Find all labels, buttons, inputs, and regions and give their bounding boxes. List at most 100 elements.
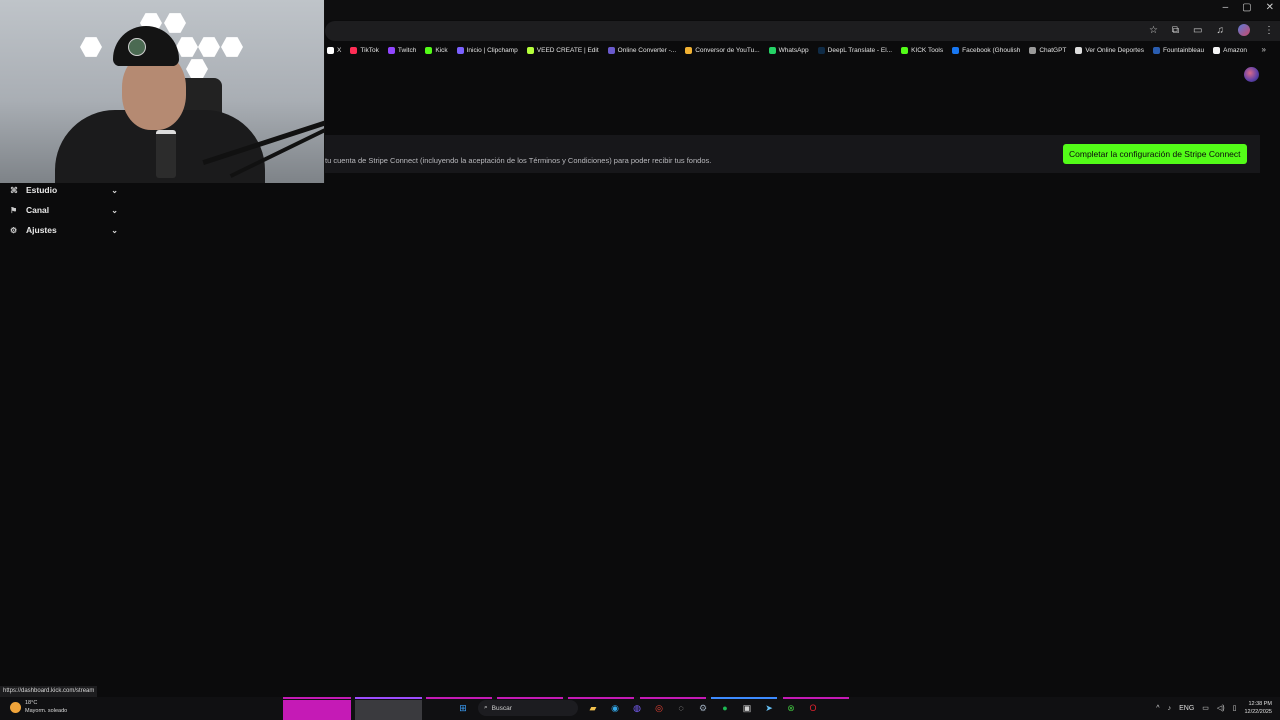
banner-message: tu cuenta de Stripe Connect (incluyendo …	[325, 156, 712, 165]
bookmark-item[interactable]: Kick	[425, 46, 448, 54]
profile-avatar-icon[interactable]	[1238, 24, 1250, 36]
bookmark-favicon-icon	[456, 46, 464, 54]
sidebar-icon[interactable]: ▭	[1193, 25, 1202, 36]
edge-icon[interactable]: ◉	[608, 701, 622, 715]
bookmark-label: Ver Online Deportes	[1085, 46, 1144, 54]
stripe-connect-banner: tu cuenta de Stripe Connect (incluyendo …	[325, 135, 1260, 173]
sidebar-item-estudio[interactable]: ⌘ Estudio ⌄	[0, 180, 124, 200]
app-indicator	[783, 697, 849, 699]
sidebar-item-label: Estudio	[26, 185, 58, 195]
search-icon: ⌕	[484, 704, 488, 711]
battery-icon[interactable]: ▯	[1233, 704, 1237, 712]
network-icon[interactable]: ▭	[1202, 704, 1209, 712]
bookmark-item[interactable]: Inicio | Clipchamp	[456, 46, 518, 54]
bookmark-label: Inicio | Clipchamp	[466, 46, 518, 54]
bookmark-favicon-icon	[526, 46, 534, 54]
bookmark-label: Online Converter -...	[617, 46, 677, 54]
bookmark-item[interactable]: Facebook (Ghoulish	[952, 46, 1021, 54]
bookmark-label: Conversor de YouTu...	[695, 46, 760, 54]
bookmark-item[interactable]: KICK Tools	[901, 46, 943, 54]
taskbar-app-thumbnail[interactable]	[355, 700, 422, 720]
sidebar-item-canal[interactable]: ⚑ Canal ⌄	[0, 200, 124, 220]
obs-icon[interactable]: ◌	[674, 701, 688, 715]
settings-gear-icon[interactable]: ⚙	[696, 701, 710, 715]
bookmark-item[interactable]: Amazon	[1213, 46, 1248, 54]
bookmark-favicon-icon	[1075, 46, 1083, 54]
bookmark-item[interactable]: VEED CREATE | Edit	[526, 46, 599, 54]
discord-icon[interactable]: ◍	[630, 701, 644, 715]
app-indicator	[426, 697, 492, 699]
sidebar-item-label: Ajustes	[26, 225, 57, 235]
bookmark-item[interactable]: WhatsApp	[768, 46, 809, 54]
spotify-icon[interactable]: ●	[718, 701, 732, 715]
bookmark-favicon-icon	[1213, 46, 1221, 54]
bookmark-label: DeepL Translate - El...	[827, 46, 893, 54]
bookmark-item[interactable]: Ver Online Deportes	[1075, 46, 1144, 54]
address-bar[interactable]	[325, 21, 1280, 41]
file-explorer-icon[interactable]: ▰	[586, 701, 600, 715]
browser-toolbar-icons: ☆ ⧉ ▭ ♫ ⋮	[1149, 24, 1274, 36]
bookmark-favicon-icon	[327, 46, 334, 54]
bookmark-item[interactable]: ChatGPT	[1029, 46, 1066, 54]
link-status-url: https://dashboard.kick.com/stream	[0, 686, 98, 697]
stream-deck-icon[interactable]: ▣	[740, 701, 754, 715]
weather-widget[interactable]: 18°C Mayorm. soleado	[10, 699, 67, 715]
windows-start-icon[interactable]: ⊞	[456, 701, 470, 715]
bookmark-label: TikTok	[360, 46, 379, 54]
settings-icon: ⚙	[10, 225, 18, 235]
bookmark-item[interactable]: Online Converter -...	[607, 46, 677, 54]
complete-stripe-setup-button[interactable]: Completar la configuración de Stripe Con…	[1063, 144, 1247, 164]
bookmark-item[interactable]: X	[327, 46, 342, 54]
xbox-icon[interactable]: ⊗	[784, 701, 798, 715]
bookmark-favicon-icon	[768, 46, 776, 54]
chevron-down-icon: ⌄	[111, 185, 118, 195]
chevron-up-icon[interactable]: ^	[1156, 705, 1159, 712]
bookmark-favicon-icon	[387, 46, 395, 54]
menu-kebab-icon[interactable]: ⋮	[1264, 25, 1274, 36]
weather-desc: Mayorm. soleado	[25, 708, 68, 714]
taskbar-clock[interactable]: 12:38 PM 12/22/2025	[1244, 700, 1272, 716]
chrome-icon[interactable]: ◎	[652, 701, 666, 715]
bookmark-item[interactable]: Twitch	[387, 46, 416, 54]
bookmark-label: X	[337, 46, 342, 54]
bookmark-label: Fountainbleau	[1162, 46, 1205, 54]
bookmark-label: Amazon	[1223, 46, 1248, 54]
bookmark-label: Facebook (Ghoulish	[962, 46, 1021, 54]
bookmark-favicon-icon	[1152, 46, 1160, 54]
bookmark-item[interactable]: DeepL Translate - El...	[817, 46, 893, 54]
taskbar-app-thumbnail[interactable]	[283, 700, 351, 720]
bookmark-item[interactable]: TikTok	[350, 46, 379, 54]
media-icon[interactable]: ♫	[1217, 25, 1225, 36]
clock-date: 12/22/2025	[1244, 709, 1272, 715]
user-avatar[interactable]	[1244, 67, 1259, 82]
dashboard-sidebar: ⌘ Estudio ⌄ ⚑ Canal ⌄ ⚙ Ajustes ⌄	[0, 180, 124, 240]
close-button[interactable]: ✕	[1266, 2, 1274, 13]
bookmarks-overflow-icon[interactable]: »	[1262, 45, 1266, 54]
maximize-button[interactable]: ▢	[1242, 2, 1251, 13]
system-tray: ^ ♪ ENG ▭ ◁) ▯ 12:38 PM 12/22/2025	[1156, 700, 1272, 716]
bookmark-favicon-icon	[1029, 46, 1037, 54]
steam-icon[interactable]: ➤	[762, 701, 776, 715]
bookmark-favicon-icon	[952, 46, 960, 54]
bookmark-item[interactable]: Conversor de YouTu...	[685, 46, 760, 54]
bookmark-item[interactable]: Fountainbleau	[1152, 46, 1205, 54]
app-indicator	[711, 697, 777, 699]
app-indicator	[640, 697, 706, 699]
volume-icon[interactable]: ◁)	[1217, 704, 1225, 712]
bookmark-label: Kick	[435, 46, 448, 54]
app-indicator	[497, 697, 563, 699]
taskbar-search[interactable]: ⌕ Buscar	[478, 700, 578, 716]
weather-temp: 18°C	[25, 700, 38, 706]
language-indicator[interactable]: ENG	[1179, 705, 1194, 712]
search-placeholder: Buscar	[491, 704, 512, 712]
bookmark-star-icon[interactable]: ☆	[1149, 25, 1158, 36]
sidebar-item-ajustes[interactable]: ⚙ Ajustes ⌄	[0, 220, 124, 240]
bookmark-favicon-icon	[607, 46, 615, 54]
extensions-icon[interactable]: ⧉	[1172, 25, 1179, 36]
bookmark-label: VEED CREATE | Edit	[536, 46, 599, 54]
minimize-button[interactable]: –	[1223, 2, 1229, 13]
bookmark-favicon-icon	[901, 46, 909, 54]
opera-icon[interactable]: O	[806, 701, 820, 715]
microphone-icon[interactable]: ♪	[1168, 705, 1172, 712]
sidebar-item-label: Canal	[26, 205, 50, 215]
